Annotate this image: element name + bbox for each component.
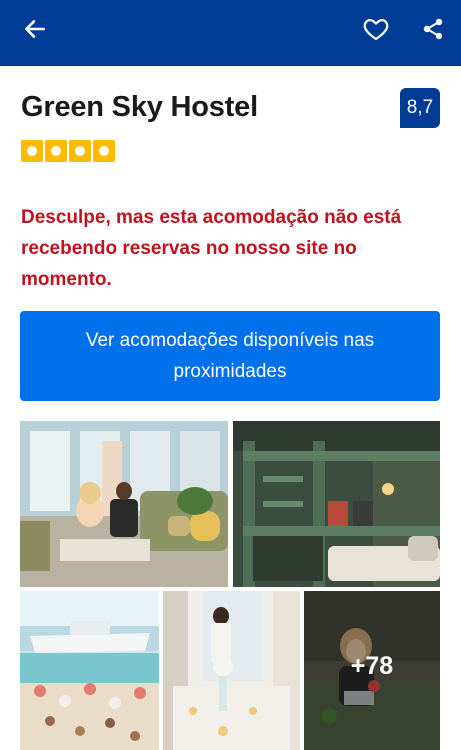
gallery-photo-living-room[interactable]: [20, 421, 228, 587]
back-button[interactable]: [15, 9, 55, 49]
gallery-photo-bunk-bed[interactable]: [233, 421, 440, 587]
star-icon: [93, 140, 115, 162]
review-score-badge[interactable]: 8,7: [400, 88, 440, 128]
gallery-photo-more[interactable]: +78: [304, 591, 440, 750]
property-name: Green Sky Hostel: [21, 91, 258, 123]
gallery-photo-beach-yacht[interactable]: [20, 591, 159, 750]
see-nearby-properties-button[interactable]: Ver acomodações disponíveis nas proximid…: [20, 311, 440, 401]
favorite-button[interactable]: [356, 9, 396, 49]
more-photos-count: +78: [350, 651, 394, 680]
star-rating: [21, 140, 115, 162]
star-icon: [21, 140, 43, 162]
star-icon: [69, 140, 91, 162]
share-icon: [423, 18, 443, 40]
star-icon: [45, 140, 67, 162]
top-app-bar: [0, 0, 461, 66]
arrow-left-icon: [25, 20, 45, 38]
unavailable-notice: Desculpe, mas esta acomodação não está r…: [21, 207, 402, 290]
gallery-photo-dining-table[interactable]: [163, 591, 300, 750]
heart-icon: [363, 19, 389, 41]
share-button[interactable]: [413, 9, 453, 49]
